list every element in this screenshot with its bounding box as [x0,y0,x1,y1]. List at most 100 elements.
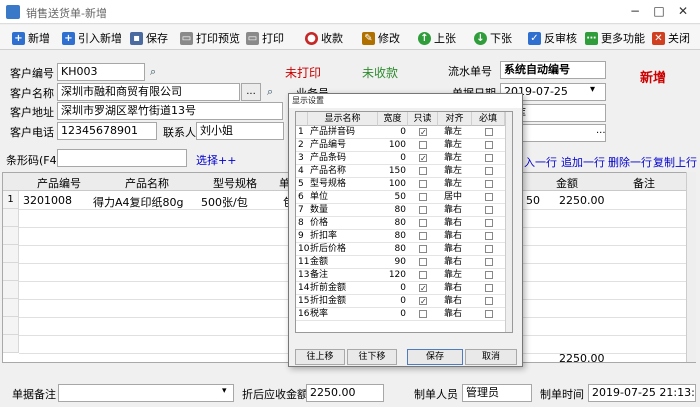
required-checkbox[interactable] [485,310,493,318]
print-button[interactable]: ▭ 打印 [246,29,284,47]
customer-address-field[interactable]: 深圳市罗湖区翠竹街道13号 [57,102,283,120]
customer-code-field[interactable]: KH003 [57,63,145,81]
settings-row[interactable]: 14 折前金额 0 ✓ 靠右 [296,282,506,295]
prev-button[interactable]: ↑ 上张 [418,29,456,47]
required-checkbox[interactable] [485,154,493,162]
settings-row[interactable]: 2 产品编号 100 靠左 [296,139,506,152]
append-row-link[interactable]: 追加一行 [561,154,605,170]
more-functions-button[interactable]: ⋯ 更多功能 [585,29,645,47]
settings-row[interactable]: 3 产品条码 0 ✓ 靠左 [296,152,506,165]
required-checkbox[interactable] [485,271,493,279]
maximize-icon[interactable]: □ [648,3,670,19]
readonly-checkbox[interactable] [419,271,427,279]
readonly-checkbox[interactable] [419,258,427,266]
settings-row[interactable]: 11 金额 90 靠右 [296,256,506,269]
cell-product-code[interactable]: 3201008 [23,194,72,207]
required-checkbox[interactable] [485,141,493,149]
settings-row[interactable]: 6 单位 50 居中 [296,191,506,204]
delete-row-link[interactable]: 删除一行 [608,154,652,170]
readonly-checkbox[interactable] [419,206,427,214]
settings-row[interactable]: 5 型号规格 100 靠左 [296,178,506,191]
customer-browse-button[interactable]: ... [241,83,261,101]
required-checkbox[interactable] [485,258,493,266]
settings-table: 显示名称 宽度 只读 对齐 必填 1 产品拼音码 0 ✓ 靠左 2 产品编号 100 靠左 3 产品… [295,111,513,333]
dialog-cancel-button[interactable]: 取消 [465,349,517,365]
minimize-icon[interactable]: − [624,3,646,19]
collect-button[interactable]: ● 收款 [305,29,343,47]
customer-phone-field[interactable]: 12345678901 [57,122,157,140]
readonly-checkbox[interactable] [419,141,427,149]
readonly-checkbox[interactable]: ✓ [419,128,427,137]
required-checkbox[interactable] [485,167,493,175]
settings-row-number: 13 [298,270,310,280]
memo-field[interactable] [58,384,234,402]
settings-row[interactable]: 9 折扣率 80 靠右 [296,230,506,243]
serial-field[interactable]: 系统自动编号 [500,61,606,79]
required-checkbox[interactable] [485,297,493,305]
dialog-scrollbar[interactable] [505,112,512,332]
barcode-input[interactable] [57,149,187,167]
required-checkbox[interactable] [485,193,493,201]
readonly-checkbox[interactable] [419,232,427,240]
customer-name-field[interactable]: 深圳市融和商贸有限公司 [57,83,240,101]
readonly-checkbox[interactable]: ✓ [419,297,427,306]
readonly-checkbox[interactable]: ✓ [419,154,427,163]
readonly-checkbox[interactable] [419,180,427,188]
print-status: 未打印 [285,66,322,80]
window-close-icon[interactable]: ✕ [672,3,694,19]
settings-row[interactable]: 15 折扣金额 0 ✓ 靠右 [296,295,506,308]
settings-row[interactable]: 1 产品拼音码 0 ✓ 靠左 [296,126,506,139]
insert-row-link[interactable]: 入一行 [524,154,557,170]
settings-row[interactable]: 4 产品名称 150 靠左 [296,165,506,178]
title-bar: 销售送货单-新增 − □ ✕ [0,0,700,24]
readonly-checkbox[interactable] [419,193,427,201]
up-arrow-icon: ↑ [418,31,431,45]
contact-field[interactable]: 刘小姐 [196,122,284,140]
extra-browse-icon[interactable]: ... [596,125,606,136]
readonly-checkbox[interactable] [419,245,427,253]
lookup-icon[interactable]: ⌕ [150,65,156,79]
cell-amount[interactable]: 2250.00 [559,194,605,207]
dialog-save-button[interactable]: 保存 [407,349,463,365]
edit-button[interactable]: ✎ 修改 [362,29,400,47]
new-button[interactable]: + 新增 [12,29,50,47]
required-checkbox[interactable] [485,245,493,253]
required-checkbox[interactable] [485,128,493,136]
settings-row-width: 0 [400,127,406,137]
settings-row[interactable]: 7 数量 80 靠右 [296,204,506,217]
calendar-icon[interactable]: ▾ [590,84,595,95]
app-icon [6,5,20,19]
import-new-button[interactable]: + 引入新增 [62,29,122,47]
cell-product-name[interactable]: 得力A4复印纸80g [93,194,184,210]
customer-lookup-icon[interactable]: ⌕ [267,85,273,99]
barcode-label: 条形码(F4) [6,154,61,167]
save-button[interactable]: ▪ 保存 [130,29,168,47]
settings-row[interactable]: 8 价格 80 靠右 [296,217,506,230]
select-link[interactable]: 选择++ [196,152,236,168]
required-checkbox[interactable] [485,232,493,240]
cell-partial[interactable]: 50 [526,194,540,207]
settings-row[interactable]: 10 折后价格 80 靠右 [296,243,506,256]
unaudit-icon: ✓ [528,31,541,45]
grid-scrollbar[interactable] [686,172,696,362]
required-checkbox[interactable] [485,206,493,214]
move-up-button[interactable]: 往上移 [295,349,345,365]
settings-row-number: 8 [298,218,304,228]
settings-row[interactable]: 16 税率 0 靠右 [296,308,506,321]
move-down-button[interactable]: 往下移 [347,349,397,365]
readonly-checkbox[interactable] [419,219,427,227]
cell-spec[interactable]: 500张/包 [201,194,248,210]
print-preview-button[interactable]: ▭ 打印预览 [180,29,240,47]
required-checkbox[interactable] [485,180,493,188]
required-checkbox[interactable] [485,219,493,227]
required-checkbox[interactable] [485,284,493,292]
settings-row[interactable]: 13 备注 120 靠左 [296,269,506,282]
readonly-checkbox[interactable] [419,167,427,175]
readonly-checkbox[interactable]: ✓ [419,284,427,293]
unaudit-button[interactable]: ✓ 反审核 [528,29,577,47]
copy-row-link[interactable]: 复制上行 [653,154,697,170]
close-button[interactable]: ✕ 关闭 [652,29,690,47]
next-button[interactable]: ↓ 下张 [474,29,512,47]
readonly-checkbox[interactable] [419,310,427,318]
memo-dropdown-icon[interactable]: ▾ [222,386,227,396]
